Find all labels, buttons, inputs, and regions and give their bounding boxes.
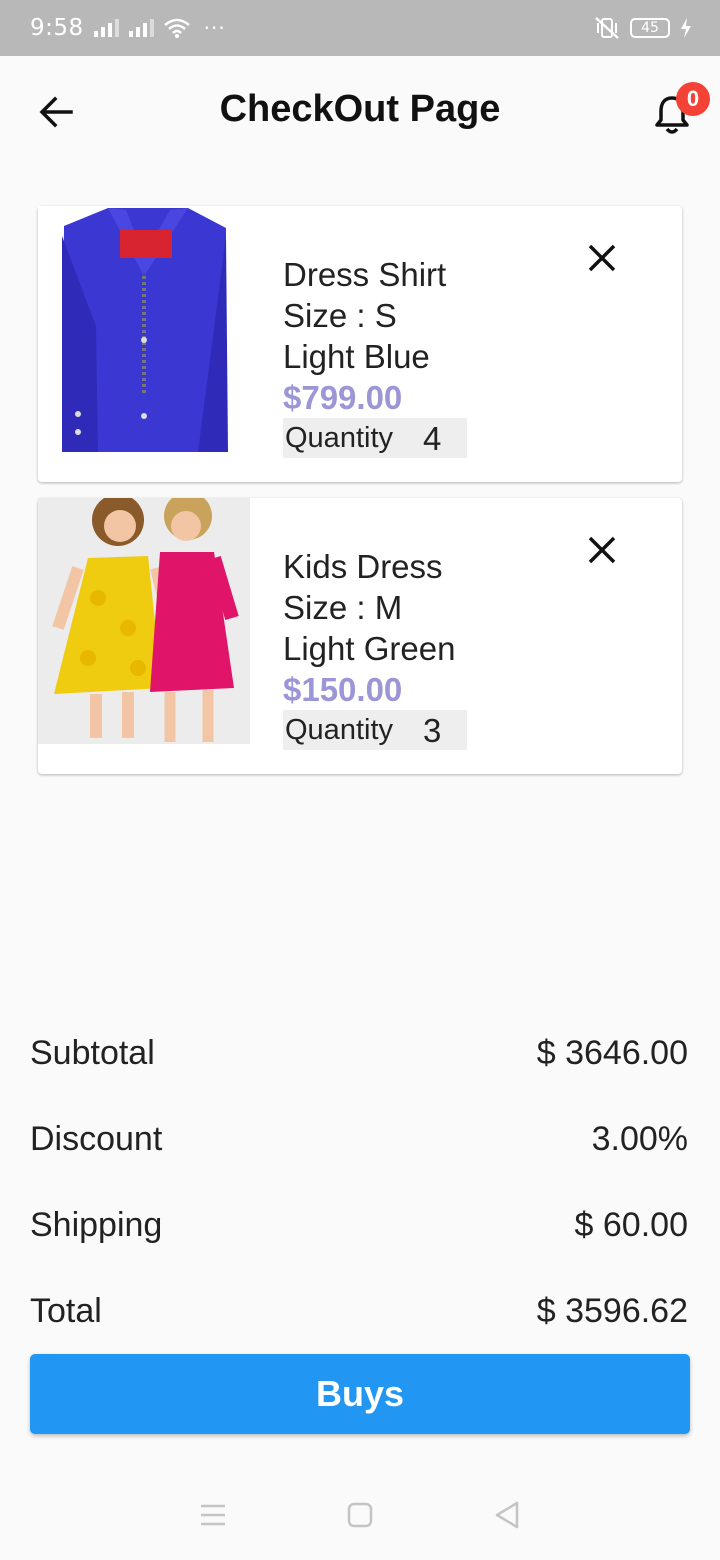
quantity-label: Quantity <box>285 421 393 454</box>
quantity-value: 4 <box>423 419 442 457</box>
product-color: Light Blue <box>283 338 430 375</box>
quantity-field[interactable]: Quantity 3 <box>283 710 467 750</box>
product-info: Dress Shirt Size : S Light Blue $799.00 … <box>283 254 467 458</box>
notification-badge: 0 <box>676 82 710 116</box>
remove-item-button[interactable] <box>580 528 624 572</box>
page-title: CheckOut Page <box>219 88 501 130</box>
wifi-icon <box>163 18 190 38</box>
close-icon <box>588 244 616 272</box>
subtotal-value: $ 3646.00 <box>536 1033 688 1072</box>
app-bar: CheckOut Page <box>0 56 720 168</box>
signal-icon <box>93 19 119 37</box>
quantity-label: Quantity <box>285 713 393 746</box>
shipping-value: $ 60.00 <box>574 1205 688 1244</box>
product-name: Kids Dress <box>283 548 443 585</box>
status-left: 9:58 ··· <box>30 15 226 41</box>
total-row: Total $ 3596.62 <box>30 1268 688 1354</box>
discount-value: 3.00% <box>591 1119 688 1158</box>
cart-item: Dress Shirt Size : S Light Blue $799.00 … <box>38 206 682 482</box>
shipping-label: Shipping <box>30 1205 163 1244</box>
product-price: $799.00 <box>283 379 403 416</box>
quantity-value: 3 <box>423 711 442 749</box>
subtotal-row: Subtotal $ 3646.00 <box>30 1010 688 1096</box>
close-icon <box>588 536 616 564</box>
menu-icon <box>201 1504 226 1526</box>
remove-item-button[interactable] <box>580 236 624 280</box>
order-summary: Subtotal $ 3646.00 Discount 3.00% Shippi… <box>30 1010 688 1354</box>
home-nav-button[interactable] <box>340 1495 380 1535</box>
battery-icon: 45 <box>630 18 670 38</box>
product-color: Light Green <box>283 630 456 667</box>
product-price: $150.00 <box>283 671 403 708</box>
more-status-icon: ··· <box>203 16 226 40</box>
charging-icon <box>681 18 691 38</box>
total-value: $ 3596.62 <box>536 1291 688 1330</box>
signal-icon <box>128 19 154 37</box>
product-info: Kids Dress Size : M Light Green $150.00 … <box>283 546 467 750</box>
status-time: 9:58 <box>30 15 84 41</box>
discount-row: Discount 3.00% <box>30 1096 688 1182</box>
buy-button[interactable]: Buys <box>30 1354 690 1434</box>
status-bar: 9:58 ··· 45 <box>0 0 720 56</box>
status-right: 45 <box>594 16 692 40</box>
discount-label: Discount <box>30 1119 163 1158</box>
total-label: Total <box>30 1291 102 1330</box>
shipping-row: Shipping $ 60.00 <box>30 1182 688 1268</box>
product-name: Dress Shirt <box>283 256 447 293</box>
vibrate-off-icon <box>595 17 619 39</box>
subtotal-label: Subtotal <box>30 1033 155 1072</box>
back-nav-button[interactable] <box>487 1495 527 1535</box>
menu-nav-button[interactable] <box>193 1495 233 1535</box>
product-size: Size : S <box>283 297 397 334</box>
quantity-field[interactable]: Quantity 4 <box>283 418 467 458</box>
triangle-back-icon <box>495 1501 518 1529</box>
system-nav-bar <box>0 1470 720 1560</box>
home-square-icon <box>347 1502 373 1528</box>
product-size: Size : M <box>283 589 403 626</box>
product-image <box>38 206 250 452</box>
cart-item: Kids Dress Size : M Light Green $150.00 … <box>38 498 682 774</box>
product-image <box>38 498 250 744</box>
